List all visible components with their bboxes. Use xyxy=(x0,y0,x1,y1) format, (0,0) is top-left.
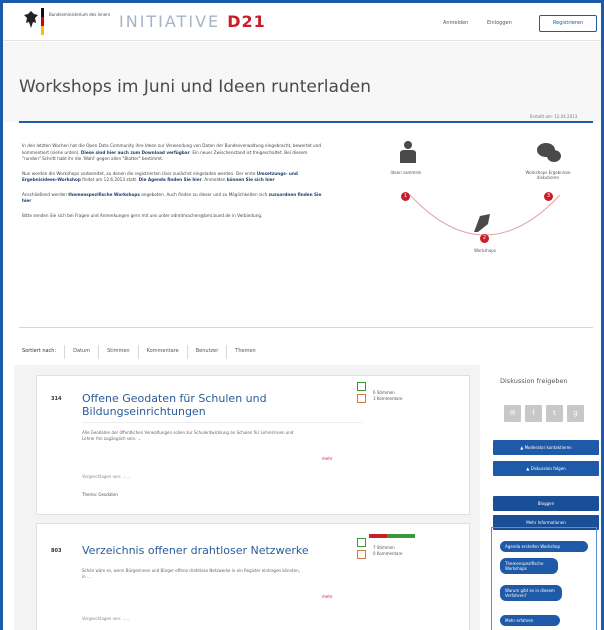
idea-number: 314 xyxy=(51,396,62,402)
upvote-icon[interactable] xyxy=(357,382,366,391)
step3-label: Workshops Ergebnisse diskutieren xyxy=(525,170,571,180)
intro-paragraph-3: Anschließend werden themenspezifische Wo… xyxy=(22,192,322,205)
intro-text-3a: Anschließend werden xyxy=(22,191,69,197)
contact-moderator-label: Moderator kontaktieren xyxy=(524,445,572,450)
intro-text-3c: angeboten. Auch finden zu dieser und zu … xyxy=(139,191,269,197)
nav-signin[interactable]: Einloggen xyxy=(487,20,512,26)
vote-count: 7 Stimmen xyxy=(373,545,395,550)
idea-card[interactable]: 314 Offene Geodaten für Schulen und Bild… xyxy=(36,375,470,515)
info-bubble[interactable]: Warum gibt es in diesem Verfahren? xyxy=(500,585,562,601)
idea-card[interactable]: 803 Verzeichnis offener drahtloser Netzw… xyxy=(36,523,470,630)
site-header: Bundesministerium des Innern INITIATIVE … xyxy=(3,3,601,41)
sort-label: Sortiert nach: xyxy=(22,348,57,354)
email-icon[interactable]: ✉ xyxy=(504,405,521,422)
step3-number: 3 xyxy=(544,192,553,201)
downvote-icon[interactable] xyxy=(357,394,366,403)
twitter-icon[interactable]: t xyxy=(546,405,563,422)
idea-author: Vorgeschlagen von: ...... xyxy=(82,474,131,479)
topic-workshops-link[interactable]: themenspezifische Workshops xyxy=(68,192,140,197)
brand-prefix: INITIATIVE xyxy=(119,12,221,31)
register-button[interactable]: Registrieren xyxy=(539,15,597,32)
intro-paragraph-1: In den letzten Wochen hat die Open Data … xyxy=(22,143,322,163)
idea-topic: Thema: Geodaten xyxy=(82,492,118,497)
german-flag-stripe xyxy=(41,8,44,36)
contact-moderator-button[interactable]: ▲ Moderator kontaktieren xyxy=(493,440,599,455)
follow-discussion-label: Diskussion folgen xyxy=(530,466,566,471)
process-diagram: Ideen sammeln 1 Workshops Ergebnisse dis… xyxy=(370,130,590,270)
idea-description: Alle Geodaten der öffentlichen Verwaltun… xyxy=(82,430,294,441)
downvote-bar xyxy=(369,534,387,538)
facebook-icon[interactable]: f xyxy=(525,405,542,422)
nav-login[interactable]: Anmelden xyxy=(443,20,468,26)
brand-suffix: D21 xyxy=(227,12,266,31)
upvote-icon[interactable] xyxy=(357,538,366,547)
intro-text-2c: findet am 12.6.2013 statt. xyxy=(80,177,139,182)
chat-bubbles-icon xyxy=(536,142,562,170)
page-title: Workshops im Juni und Ideen runterladen xyxy=(19,77,371,97)
step1-number: 1 xyxy=(401,192,410,201)
idea-title[interactable]: Verzeichnis offener drahtloser Netzwerke xyxy=(82,544,312,557)
vote-count: 6 Stimmen xyxy=(373,390,395,395)
signup-link[interactable]: können Sie sich hier xyxy=(227,177,275,182)
google-icon[interactable]: g xyxy=(567,405,584,422)
tab-user[interactable]: Benutzer xyxy=(186,345,227,359)
info-bubble[interactable]: Agenda erstellen Workshop xyxy=(500,541,588,552)
ministry-name: Bundesministerium des Innern xyxy=(49,12,111,17)
sort-tabs: Sortiert nach: Datum Stimmen Kommentare … xyxy=(22,345,264,359)
follow-discussion-button[interactable]: ▲ Diskussion folgen xyxy=(493,461,599,476)
intro-paragraph-4: Bitte senden Sie sich bei Fragen und Anm… xyxy=(22,212,263,218)
tabs-divider xyxy=(19,327,593,328)
created-date: Erstellt am: 12.04.2013 xyxy=(530,114,578,119)
person-icon xyxy=(398,140,418,170)
download-link[interactable]: Diese sind hier auch zum Download verfüg… xyxy=(81,150,190,155)
tab-topics[interactable]: Themen xyxy=(226,345,263,359)
downvote-icon[interactable] xyxy=(357,550,366,559)
idea-title[interactable]: Offene Geodaten für Schulen und Bildungs… xyxy=(82,392,312,418)
idea-author: Vorgeschlagen von: ...... xyxy=(82,616,131,621)
federal-eagle-logo xyxy=(23,10,39,30)
step2-label: Workshops xyxy=(474,248,496,253)
card-divider xyxy=(82,422,362,423)
comment-count[interactable]: 3 Kommentare xyxy=(373,396,403,401)
idea-description: Schön wäre es, wenn Bürgerinnen und Bürg… xyxy=(82,568,300,579)
sidebar-title: Diskussion freigeben xyxy=(500,377,568,385)
intro-text: In den letzten Wochen hat die Open Data … xyxy=(22,143,322,227)
info-bubble[interactable]: Themenspezifische Workshops xyxy=(500,558,558,574)
ideas-panel: 314 Offene Geodaten für Schulen und Bild… xyxy=(14,365,480,630)
comment-count[interactable]: 0 Kommentare xyxy=(373,551,403,556)
brand-logo[interactable]: INITIATIVE D21 xyxy=(119,12,266,31)
idea-number: 803 xyxy=(51,548,62,554)
step1-label: Ideen sammeln xyxy=(390,170,422,175)
more-link[interactable]: mehr xyxy=(322,594,333,599)
tab-comments[interactable]: Kommentare xyxy=(137,345,187,359)
blog-button[interactable]: Bloggen xyxy=(493,496,599,511)
tab-votes[interactable]: Stimmen xyxy=(98,345,138,359)
more-link[interactable]: mehr xyxy=(322,456,333,461)
step2-number: 2 xyxy=(480,234,489,243)
agenda-link[interactable]: Die Agenda finden Sie hier xyxy=(139,177,202,182)
title-divider xyxy=(19,121,593,123)
intro-paragraph-2: Nun werden die Workshops vorbereitet, zu… xyxy=(22,171,322,184)
tab-date[interactable]: Datum xyxy=(64,345,98,359)
intro-text-2a: Nun werden die Workshops vorbereitet, zu… xyxy=(22,170,257,176)
upvote-bar xyxy=(387,534,415,538)
intro-text-2e: . Anmelden xyxy=(201,177,227,182)
info-bubble[interactable]: Mehr erfahren xyxy=(500,615,560,626)
